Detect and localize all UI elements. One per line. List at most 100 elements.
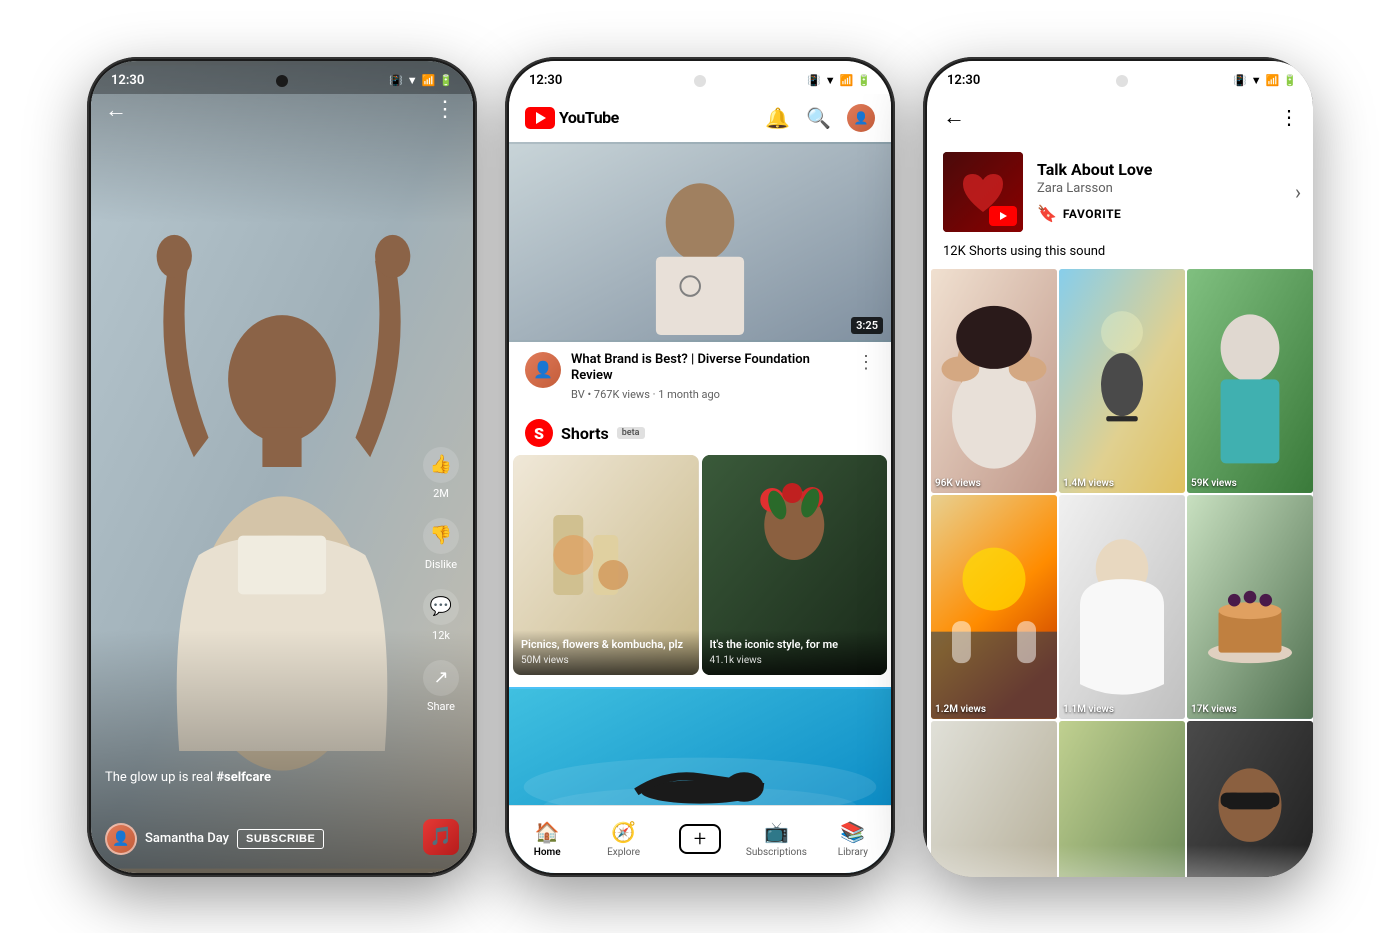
youtube-icon: [525, 107, 555, 129]
nav-explore[interactable]: 🧭 Explore: [585, 820, 661, 858]
phones-container: 12:30 📳 ▼ 📶 🔋 ← ⋮ 👍 2M: [67, 37, 1333, 897]
nav-home[interactable]: 🏠 Home: [509, 820, 585, 858]
account-avatar[interactable]: 👤: [847, 104, 875, 132]
sound-artist: Zara Larsson: [1037, 181, 1281, 196]
grid-views-5: 1.1M views: [1063, 704, 1114, 715]
short-item-1[interactable]: Picnics, flowers & kombucha, plz 50M vie…: [513, 455, 699, 675]
video-meta: 👤 What Brand is Best? | Diverse Foundati…: [509, 342, 891, 412]
grid-item-4[interactable]: 1.2M views: [931, 495, 1057, 719]
back-button-phone3[interactable]: ←: [943, 104, 965, 130]
short1-caption: Picnics, flowers & kombucha, plz 50M vie…: [513, 630, 699, 675]
nav-create[interactable]: +: [662, 824, 738, 854]
status-icons-2: 📳 ▼ 📶 🔋: [807, 74, 871, 87]
bottom-nav: 🏠 Home 🧭 Explore + 📺 Subscriptions 📚 Lib…: [509, 805, 891, 873]
short-item-2[interactable]: It's the iconic style, for me 41.1k view…: [702, 455, 888, 675]
shorts-section: S Shorts beta: [509, 411, 891, 683]
sound-yt-logo: [989, 206, 1017, 226]
channel-name: Samantha Day: [145, 831, 229, 846]
home-icon: 🏠: [535, 820, 560, 844]
phone3-header: ← ⋮: [927, 94, 1313, 140]
sound-yt-play: [1000, 212, 1007, 220]
youtube-header: YouTube 🔔 🔍 👤: [509, 94, 891, 142]
videos-grid: 96K views 1.4M views: [927, 269, 1313, 877]
duration-badge: 3:25: [851, 317, 883, 334]
caption-hashtag: #selfcare: [216, 770, 271, 785]
like-count: 2M: [433, 487, 449, 500]
more-button-phone1[interactable]: ⋮: [434, 97, 459, 122]
camera-dot: [276, 75, 288, 87]
video-caption: The glow up is real #selfcare: [105, 770, 271, 785]
grid-views-3: 59K views: [1191, 478, 1237, 489]
bell-icon[interactable]: 🔔: [765, 106, 790, 130]
nav-library[interactable]: 📚 Library: [815, 820, 891, 858]
grid-item-3[interactable]: 59K views: [1187, 269, 1313, 493]
sound-info: Talk About Love Zara Larsson 🔖 FAVORITE: [1037, 160, 1281, 223]
video-meta-text: BV • 767K views · 1 month ago: [571, 388, 847, 401]
grid-item-5[interactable]: 1.1M views: [1059, 495, 1185, 719]
back-button-phone1[interactable]: ←: [105, 97, 127, 123]
video-channel-avatar[interactable]: 👤: [525, 352, 561, 388]
comment-icon: 💬: [423, 589, 459, 625]
shorts-label: Shorts: [561, 424, 609, 443]
sound-count: 12K Shorts using this sound: [927, 244, 1313, 269]
youtube-play-icon: [536, 112, 546, 124]
comment-button[interactable]: 💬 12k: [423, 589, 459, 642]
sound-thumbnail[interactable]: [943, 152, 1023, 232]
status-icons-1: 📳 ▼ 📶 🔋: [389, 74, 453, 87]
share-label: Share: [427, 700, 455, 713]
side-actions: 👍 2M 👎 Dislike 💬 12k ↗ Share: [423, 447, 459, 713]
grid-item-9[interactable]: [1187, 721, 1313, 877]
chevron-right-icon[interactable]: ›: [1295, 180, 1301, 204]
grid-item-7[interactable]: [931, 721, 1057, 877]
caption-text: The glow up is real: [105, 770, 216, 785]
library-label: Library: [838, 847, 868, 858]
music-button[interactable]: 🎵: [423, 819, 459, 855]
status-bar-phone2: 12:30 📳 ▼ 📶 🔋: [509, 61, 891, 94]
phone1-top-nav: ← ⋮: [105, 97, 459, 123]
video-more-button[interactable]: ⋮: [857, 352, 875, 373]
bookmark-icon: 🔖: [1037, 204, 1057, 223]
channel-info: 👤 Samantha Day SUBSCRIBE: [105, 823, 324, 855]
status-time-3: 12:30: [947, 73, 980, 88]
channel-avatar: 👤: [105, 823, 137, 855]
video-card: 3:25 👤 What Brand is Best? | Diverse Fou…: [509, 142, 891, 412]
dislike-label: Dislike: [425, 558, 457, 571]
comment-count: 12k: [432, 629, 450, 642]
explore-label: Explore: [607, 847, 640, 858]
subscriptions-label: Subscriptions: [746, 847, 807, 858]
sound-card: Talk About Love Zara Larsson 🔖 FAVORITE …: [927, 140, 1313, 244]
nav-subscriptions[interactable]: 📺 Subscriptions: [738, 820, 814, 858]
favorite-button[interactable]: 🔖 FAVORITE: [1037, 204, 1281, 223]
phone1-overlay: [91, 61, 473, 873]
camera-dot-3: [1116, 75, 1128, 87]
subscribe-button[interactable]: SUBSCRIBE: [237, 829, 324, 849]
video-thumbnail[interactable]: 3:25: [509, 142, 891, 342]
dislike-button[interactable]: 👎 Dislike: [423, 518, 459, 571]
share-button[interactable]: ↗ Share: [423, 660, 459, 713]
status-time-2: 12:30: [529, 73, 562, 88]
youtube-logo: YouTube: [525, 107, 619, 129]
grid-item-2[interactable]: 1.4M views: [1059, 269, 1185, 493]
grid-item-6[interactable]: 17K views: [1187, 495, 1313, 719]
phone2-content[interactable]: 3:25 👤 What Brand is Best? | Diverse Fou…: [509, 142, 891, 873]
grid-item-1[interactable]: 96K views: [931, 269, 1057, 493]
shorts-grid: Picnics, flowers & kombucha, plz 50M vie…: [509, 455, 891, 683]
grid-views-2: 1.4M views: [1063, 478, 1114, 489]
home-label: Home: [534, 847, 561, 858]
music-icon: 🎵: [430, 826, 452, 847]
like-button[interactable]: 👍 2M: [423, 447, 459, 500]
more-button-phone3[interactable]: ⋮: [1279, 105, 1301, 129]
phone2: 12:30 📳 ▼ 📶 🔋 YouTube 🔔: [505, 57, 895, 877]
short1-views: 50M views: [521, 654, 691, 667]
create-icon: +: [679, 824, 721, 854]
channel-label: BV: [571, 388, 585, 401]
camera-dot-2: [694, 75, 706, 87]
search-icon[interactable]: 🔍: [806, 106, 831, 130]
explore-icon: 🧭: [611, 820, 636, 844]
short2-caption: It's the iconic style, for me 41.1k view…: [702, 630, 888, 675]
shorts-logo: S: [525, 419, 553, 447]
beta-badge: beta: [617, 427, 645, 439]
grid-views-4: 1.2M views: [935, 704, 986, 715]
header-icons: 🔔 🔍 👤: [765, 104, 875, 132]
grid-item-8[interactable]: [1059, 721, 1185, 877]
